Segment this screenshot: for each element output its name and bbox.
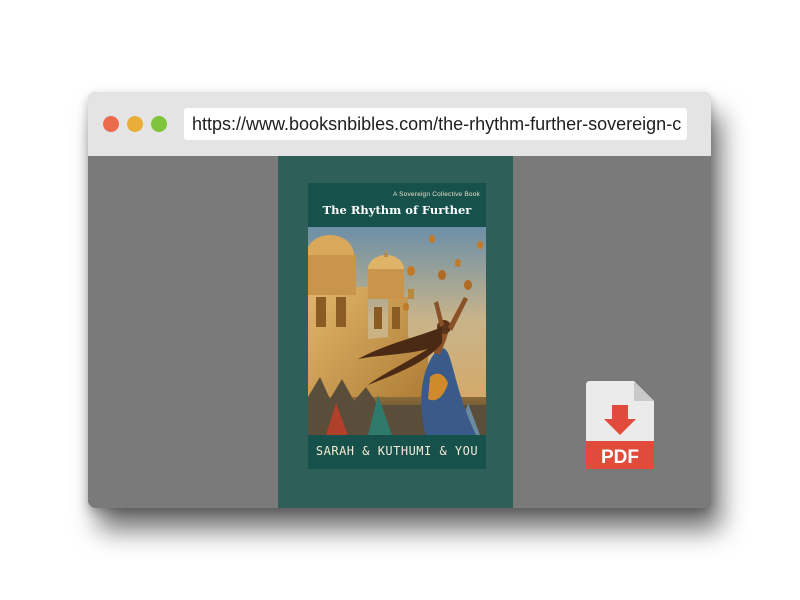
pdf-label: PDF <box>601 447 639 468</box>
cover-header: A Sovereign Collective Book The Rhythm o… <box>308 183 486 227</box>
close-window-button[interactable] <box>103 116 119 132</box>
series-label: A Sovereign Collective Book <box>392 191 480 198</box>
maximize-window-button[interactable] <box>151 116 167 132</box>
minimize-window-button[interactable] <box>127 116 143 132</box>
book-authors: SARAH & KUTHUMI & YOU <box>315 444 479 458</box>
book-panel: A Sovereign Collective Book The Rhythm o… <box>278 156 513 508</box>
book-cover[interactable]: A Sovereign Collective Book The Rhythm o… <box>308 183 486 469</box>
book-title: The Rhythm of Further <box>322 203 472 217</box>
cover-footer: SARAH & KUTHUMI & YOU <box>308 435 486 469</box>
url-text: https://www.booksnbibles.com/the-rhythm-… <box>192 114 682 134</box>
address-bar[interactable]: https://www.booksnbibles.com/the-rhythm-… <box>184 108 687 140</box>
cover-illustration <box>308 227 486 435</box>
title-bar: https://www.booksnbibles.com/the-rhythm-… <box>88 92 711 156</box>
pdf-download-icon[interactable]: PDF <box>586 381 654 469</box>
